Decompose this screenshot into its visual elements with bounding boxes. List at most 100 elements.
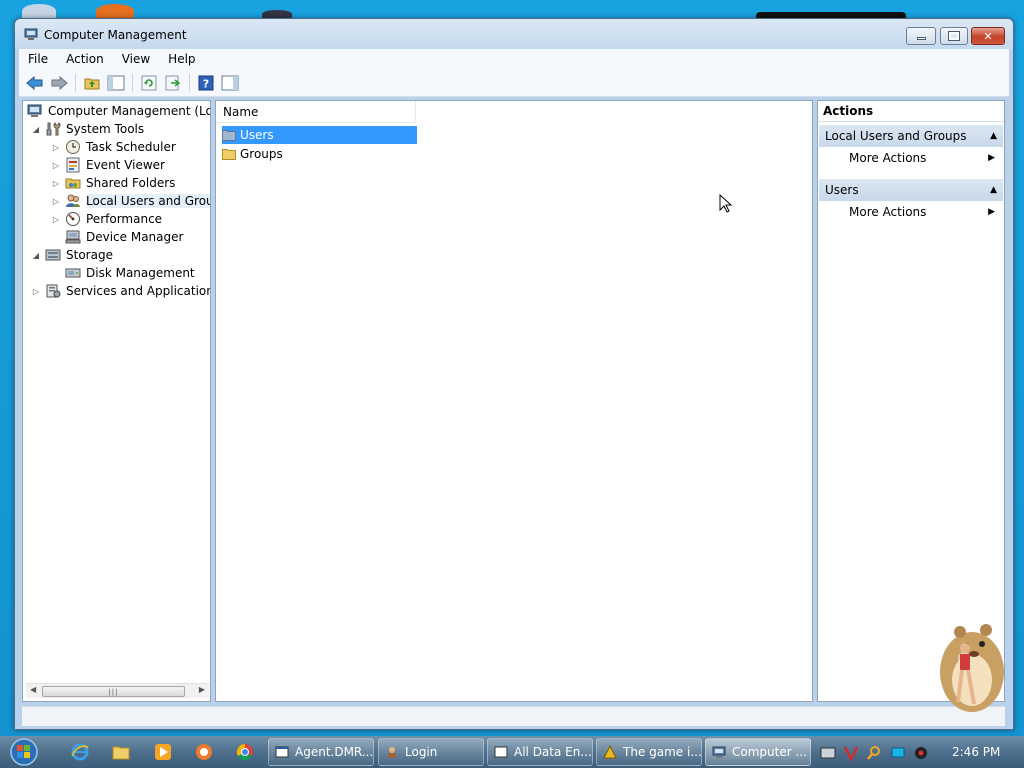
collapsed-arrow-icon[interactable]: ▷ [31, 287, 41, 296]
submenu-arrow-icon: ▶ [988, 153, 995, 163]
list-item-groups[interactable]: Groups [222, 145, 417, 163]
horizontal-scrollbar[interactable]: ◀ ||| ▶ [26, 683, 209, 698]
minimize-button[interactable] [906, 27, 936, 45]
taskbar-button-login[interactable]: Login [378, 738, 484, 766]
up-folder-icon [84, 78, 100, 89]
desktop-icon-partial[interactable] [22, 4, 56, 18]
windows-explorer-icon[interactable] [111, 742, 131, 762]
action-group-users[interactable]: Users ▲ [819, 179, 1003, 201]
title-bar[interactable]: Computer Management ✕ [15, 19, 1013, 49]
taskbar-button-label: Computer ... [732, 745, 807, 759]
menu-bar: File Action View Help [19, 49, 1009, 69]
show-hide-action-pane-button[interactable] [220, 73, 240, 93]
collapsed-arrow-icon[interactable]: ▷ [51, 197, 61, 206]
taskbar-clock[interactable]: 2:46 PM [952, 745, 1000, 759]
login-app-icon [388, 747, 396, 758]
close-button[interactable]: ✕ [971, 27, 1005, 45]
expanded-arrow-icon[interactable]: ◢ [31, 125, 41, 134]
menu-help[interactable]: Help [159, 49, 204, 69]
action-group-title: Users [825, 183, 859, 197]
show-hide-console-tree-button[interactable] [106, 73, 126, 93]
tree-item-performance[interactable]: ▷ Performance [51, 210, 162, 228]
more-actions-item[interactable]: More Actions ▶ [849, 148, 1003, 168]
collapsed-arrow-icon[interactable]: ▷ [51, 161, 61, 170]
collapsed-arrow-icon[interactable]: ▷ [51, 143, 61, 152]
expanded-arrow-icon[interactable]: ◢ [31, 251, 41, 260]
results-pane[interactable]: Name Users Groups [215, 100, 813, 702]
toolbar-separator [132, 73, 133, 92]
menu-view[interactable]: View [113, 49, 159, 69]
app-icon[interactable] [194, 742, 214, 762]
back-button[interactable] [25, 73, 45, 93]
taskbar-button-all-data[interactable]: All Data En... [487, 738, 593, 766]
antivirus-tray-icon[interactable] [843, 745, 859, 761]
tree-item-system-tools[interactable]: ◢ System Tools [31, 120, 144, 138]
collapsed-arrow-icon[interactable]: ▷ [51, 215, 61, 224]
desktop-icon-partial[interactable] [96, 4, 134, 18]
up-one-level-button[interactable] [82, 73, 102, 93]
collapse-up-icon[interactable]: ▲ [990, 179, 997, 201]
forward-icon [51, 75, 68, 90]
storage-icon [45, 247, 61, 263]
forward-button[interactable] [49, 73, 69, 93]
webcam-tray-icon[interactable] [913, 745, 929, 761]
tree-item-event-viewer[interactable]: ▷ Event Viewer [51, 156, 165, 174]
export-list-button[interactable] [163, 73, 183, 93]
tree-item-label: Task Scheduler [86, 140, 176, 154]
tree-item-label: Storage [66, 248, 113, 262]
device-manager-icon [65, 229, 81, 245]
action-group-local-users-and-groups[interactable]: Local Users and Groups ▲ [819, 125, 1003, 147]
tree-item-local-users-and-groups[interactable]: ▷ Local Users and Groups [51, 192, 210, 210]
menu-action[interactable]: Action [57, 49, 113, 69]
tree-item-services-and-applications[interactable]: ▷ Services and Applications [31, 282, 211, 300]
tree-item-storage[interactable]: ◢ Storage [31, 246, 113, 264]
window-app-icon [275, 746, 289, 758]
chrome-icon[interactable] [235, 742, 255, 762]
tree-item-label: Computer Management (Local [48, 104, 211, 118]
collapsed-arrow-icon[interactable]: ▷ [51, 179, 61, 188]
scroll-thumb[interactable]: ||| [42, 686, 185, 697]
users-icon [65, 193, 81, 209]
close-icon: ✕ [983, 29, 993, 43]
help-icon: ? [198, 75, 214, 90]
column-header-name[interactable]: Name [216, 101, 416, 123]
tree-item-device-manager[interactable]: Device Manager [65, 228, 183, 246]
action-group-title: Local Users and Groups [825, 129, 967, 143]
taskbar-button-game[interactable]: The game i... [596, 738, 702, 766]
maximize-icon [948, 31, 960, 41]
internet-explorer-icon[interactable] [70, 742, 90, 762]
maximize-button[interactable] [940, 27, 968, 45]
show-hide-action-pane-icon [221, 75, 239, 90]
scroll-left-icon[interactable]: ◀ [30, 685, 36, 694]
media-player-icon[interactable] [153, 742, 173, 762]
tree-item-label: Disk Management [86, 266, 195, 280]
taskbar-button-agent[interactable]: Agent.DMR... [268, 738, 374, 766]
toolbar-separator [75, 73, 76, 92]
display-tray-icon[interactable] [890, 745, 906, 761]
tree-item-label: Services and Applications [66, 284, 211, 298]
desktop-mascot-image [940, 624, 1004, 712]
taskbar-button-computer-management[interactable]: Computer ... [705, 738, 811, 766]
console-tree[interactable]: Computer Management (Local ◢ System Tool… [22, 100, 211, 702]
help-button[interactable]: ? [196, 73, 216, 93]
collapse-up-icon[interactable]: ▲ [990, 125, 997, 147]
tree-item-shared-folders[interactable]: ▷ Shared Folders [51, 174, 175, 192]
performance-icon [65, 211, 81, 227]
start-button[interactable] [6, 737, 42, 767]
tree-item-task-scheduler[interactable]: ▷ Task Scheduler [51, 138, 176, 156]
list-item-label: Groups [240, 147, 283, 161]
search-tray-icon[interactable] [866, 745, 882, 761]
network-tray-icon[interactable] [820, 745, 836, 761]
game-app-icon [603, 745, 617, 759]
tree-item-label: Event Viewer [86, 158, 165, 172]
more-actions-item[interactable]: More Actions ▶ [849, 202, 1003, 222]
taskbar-button-label: Agent.DMR... [295, 745, 374, 759]
list-item-users[interactable]: Users [222, 126, 417, 144]
tree-item-root[interactable]: Computer Management (Local [27, 102, 211, 120]
back-icon [26, 75, 43, 90]
scroll-right-icon[interactable]: ▶ [199, 685, 205, 694]
desktop-icon-partial[interactable] [262, 10, 292, 18]
tree-item-disk-management[interactable]: Disk Management [65, 264, 195, 282]
menu-file[interactable]: File [19, 49, 57, 69]
refresh-button[interactable] [139, 73, 159, 93]
